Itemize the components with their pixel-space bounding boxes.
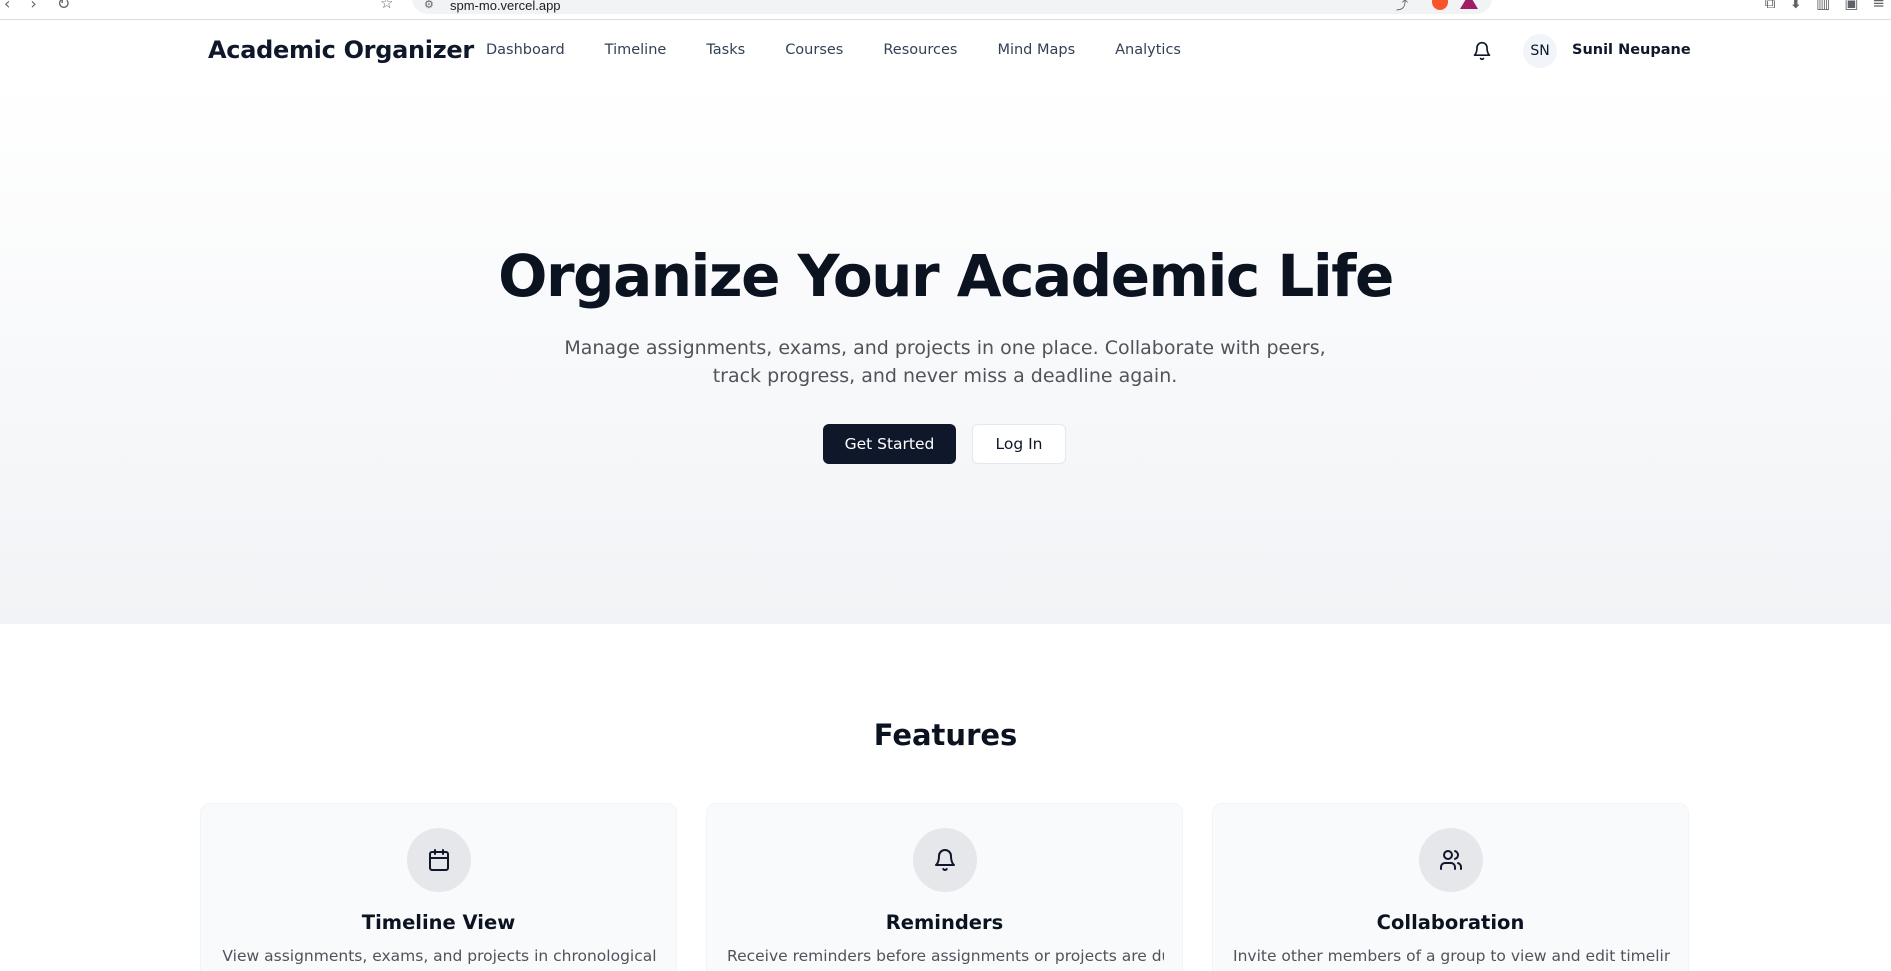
get-started-button[interactable]: Get Started — [823, 424, 956, 464]
app-header: Academic Organizer Dashboard Timeline Ta… — [0, 20, 1891, 82]
calendar-icon — [407, 828, 471, 892]
main-nav: Dashboard Timeline Tasks Courses Resourc… — [486, 42, 1221, 58]
hero-title: Organize Your Academic Life — [498, 242, 1394, 310]
feature-title: Reminders — [885, 911, 1004, 934]
url-text[interactable]: spm-mo.vercel.app — [450, 0, 561, 13]
address-bar[interactable]: ⚙ spm-mo.vercel.app ⤴ — [412, 0, 1492, 14]
feature-title: Timeline View — [361, 911, 516, 934]
hero-subtitle: Manage assignments, exams, and projects … — [564, 337, 1326, 387]
share-icon[interactable]: ⤴ — [1396, 0, 1408, 13]
nav-analytics[interactable]: Analytics — [1115, 42, 1181, 58]
nav-timeline[interactable]: Timeline — [605, 42, 667, 58]
feature-card-timeline: Timeline View View assignments, exams, a… — [200, 803, 677, 971]
brand-logo[interactable]: Academic Organizer — [208, 36, 474, 64]
features-title: Features — [873, 718, 1018, 752]
bookmark-icon[interactable]: ☆ — [380, 0, 393, 12]
feature-description: View assignments, exams, and projects in… — [222, 947, 657, 965]
nav-resources[interactable]: Resources — [883, 42, 957, 58]
bell-icon — [913, 828, 977, 892]
browser-extensions: ⧉ ⬇ ▥ ▣ ≡ — [1765, 0, 1885, 12]
nav-tasks[interactable]: Tasks — [706, 42, 745, 58]
site-settings-icon[interactable]: ⚙ — [424, 0, 434, 11]
extension-icon[interactable]: ⧉ — [1765, 0, 1776, 12]
menu-icon[interactable]: ≡ — [1872, 0, 1885, 12]
user-name[interactable]: Sunil Neupane — [1572, 42, 1691, 58]
log-in-button[interactable]: Log In — [972, 424, 1066, 464]
sidebar-icon[interactable]: ▥ — [1816, 0, 1830, 12]
brave-shield-icon[interactable] — [1432, 0, 1448, 10]
users-icon — [1419, 828, 1483, 892]
back-icon[interactable]: ‹ — [4, 0, 10, 13]
feature-title: Collaboration — [1376, 911, 1525, 934]
feature-description: Invite other members of a group to view … — [1233, 947, 1670, 965]
reload-icon[interactable]: ↻ — [57, 0, 70, 13]
brave-rewards-icon[interactable] — [1460, 0, 1478, 9]
browser-toolbar: ‹ › ↻ ☆ ⚙ spm-mo.vercel.app ⤴ ⧉ ⬇ ▥ ▣ ≡ — [0, 0, 1891, 20]
feature-card-reminders: Reminders Receive reminders before assig… — [706, 803, 1183, 971]
nav-mind-maps[interactable]: Mind Maps — [997, 42, 1075, 58]
nav-courses[interactable]: Courses — [785, 42, 843, 58]
hero-section: Organize Your Academic Life Manage assig… — [0, 82, 1891, 624]
download-icon[interactable]: ⬇ — [1789, 0, 1802, 12]
feature-description: Receive reminders before assignments or … — [727, 947, 1164, 965]
browser-nav-buttons: ‹ › ↻ — [4, 0, 70, 13]
forward-icon[interactable]: › — [30, 0, 36, 13]
nav-dashboard[interactable]: Dashboard — [486, 42, 565, 58]
notification-bell-icon[interactable] — [1472, 41, 1492, 61]
avatar[interactable]: SN — [1523, 34, 1557, 68]
feature-card-collaboration: Collaboration Invite other members of a … — [1212, 803, 1689, 971]
wallet-icon[interactable]: ▣ — [1844, 0, 1858, 12]
